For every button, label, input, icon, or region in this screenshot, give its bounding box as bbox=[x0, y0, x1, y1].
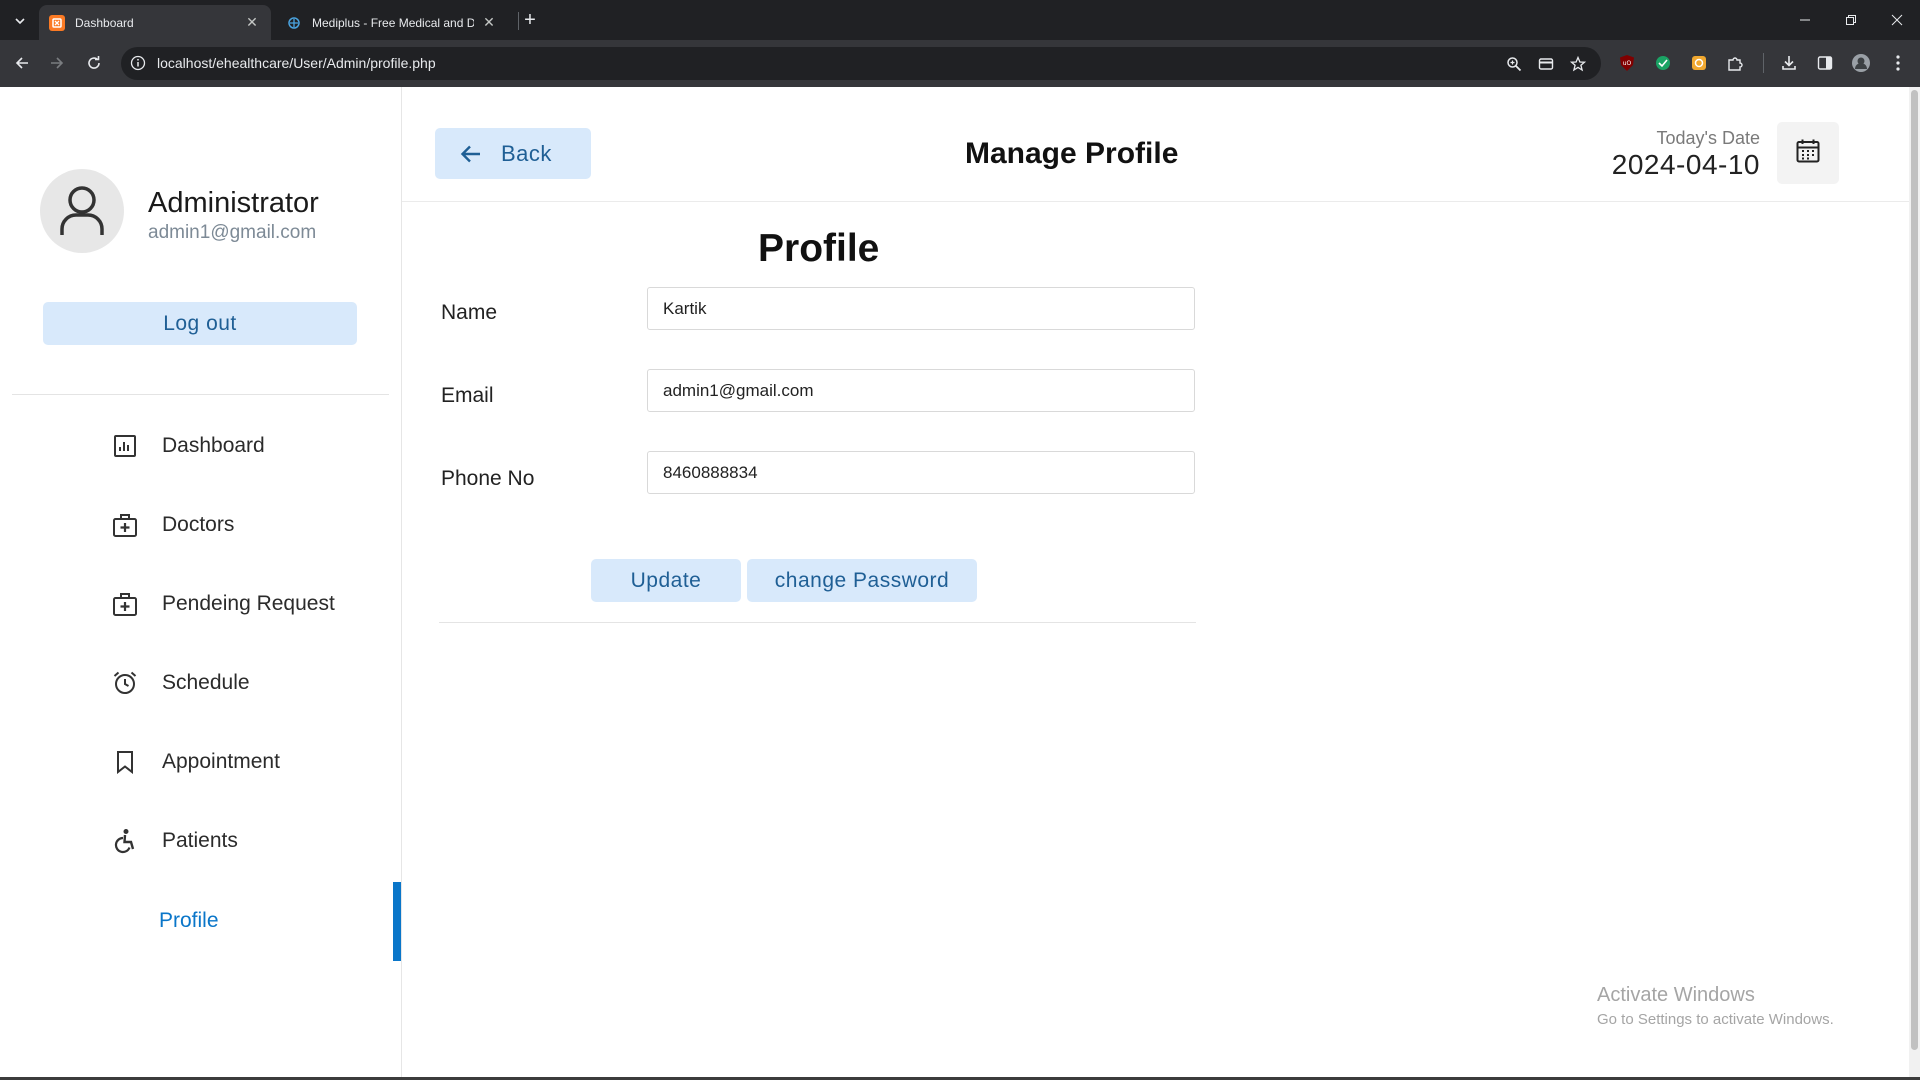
sidebar-item-profile[interactable]: Profile bbox=[0, 882, 402, 960]
tab-search-icon[interactable] bbox=[8, 9, 32, 33]
card-icon[interactable] bbox=[1537, 55, 1555, 73]
browser-tab-bar: Dashboard ✕ Mediplus - Free Medical and … bbox=[0, 0, 1920, 40]
header-divider bbox=[402, 201, 1920, 202]
active-indicator bbox=[393, 882, 401, 961]
change-password-button[interactable]: change Password bbox=[747, 559, 977, 602]
logout-button[interactable]: Log out bbox=[43, 302, 357, 345]
tab-dashboard[interactable]: Dashboard ✕ bbox=[39, 5, 271, 40]
email-field[interactable] bbox=[647, 369, 1195, 412]
back-button[interactable]: Back bbox=[435, 128, 591, 179]
profile-name: Administrator bbox=[148, 187, 319, 219]
wheelchair-icon bbox=[112, 828, 138, 854]
date-label: Today's Date bbox=[1656, 128, 1761, 148]
browser-toolbar: localhost/ehealthcare/User/Admin/profile… bbox=[0, 40, 1920, 87]
ublock-icon[interactable]: uO bbox=[1617, 53, 1637, 73]
star-icon[interactable] bbox=[1569, 55, 1587, 73]
sidebar-item-label: Profile bbox=[159, 909, 219, 932]
minimize-icon[interactable] bbox=[1782, 0, 1828, 40]
sidebar-item-label: Appointment bbox=[162, 750, 280, 773]
svg-text:uO: uO bbox=[1623, 60, 1632, 67]
zoom-icon[interactable] bbox=[1505, 55, 1523, 73]
phone-field[interactable] bbox=[647, 451, 1195, 494]
profile-email: admin1@gmail.com bbox=[148, 222, 317, 243]
sidebar-item-pending-request[interactable]: Pendeing Request bbox=[0, 565, 402, 643]
form-title: Profile bbox=[758, 227, 880, 270]
page: Administrator admin1@gmail.com Log out D… bbox=[0, 87, 1920, 1080]
arrow-left-icon bbox=[459, 142, 483, 166]
puzzle-icon[interactable] bbox=[1725, 53, 1745, 73]
medical-bag-icon bbox=[112, 591, 138, 617]
watermark-subtitle: Go to Settings to activate Windows. bbox=[1597, 1011, 1834, 1028]
tab-mediplus[interactable]: Mediplus - Free Medical and Do ✕ bbox=[276, 5, 508, 40]
back-arrow-icon[interactable] bbox=[10, 51, 34, 75]
date-value: 2024-04-10 bbox=[1611, 149, 1760, 180]
menu-icon[interactable] bbox=[1888, 53, 1908, 73]
calendar-button[interactable] bbox=[1777, 122, 1839, 184]
watermark-title: Activate Windows bbox=[1597, 984, 1755, 1006]
download-icon[interactable] bbox=[1779, 53, 1799, 73]
phone-label: Phone No bbox=[441, 467, 535, 490]
mediplus-icon bbox=[286, 15, 302, 31]
sidebar-item-dashboard[interactable]: Dashboard bbox=[0, 407, 402, 485]
reload-icon[interactable] bbox=[82, 51, 106, 75]
tab-title: Dashboard bbox=[75, 15, 134, 30]
avatar-icon[interactable] bbox=[1851, 53, 1871, 73]
forward-arrow-icon[interactable] bbox=[45, 51, 69, 75]
close-icon[interactable]: ✕ bbox=[480, 14, 498, 32]
name-field[interactable] bbox=[647, 287, 1195, 330]
extension-icon[interactable] bbox=[1653, 53, 1673, 73]
close-window-icon[interactable] bbox=[1874, 0, 1920, 40]
user-avatar-icon bbox=[40, 169, 124, 253]
sidebar-item-label: Schedule bbox=[162, 671, 250, 694]
sidebar-item-label: Doctors bbox=[162, 513, 235, 536]
sidebar-item-label: Pendeing Request bbox=[162, 592, 335, 615]
alarm-clock-icon bbox=[112, 670, 138, 696]
tab-separator bbox=[518, 12, 519, 30]
xampp-icon bbox=[49, 14, 65, 31]
sidebar-item-doctors[interactable]: Doctors bbox=[0, 486, 402, 564]
update-button[interactable]: Update bbox=[591, 559, 741, 602]
info-icon[interactable] bbox=[130, 55, 146, 71]
bookmark-icon bbox=[112, 749, 138, 775]
sidebar-item-label: Patients bbox=[162, 829, 238, 852]
sidebar-item-patients[interactable]: Patients bbox=[0, 802, 402, 880]
sidebar-divider bbox=[12, 394, 389, 395]
url-text[interactable]: localhost/ehealthcare/User/Admin/profile… bbox=[157, 47, 436, 80]
scrollbar-thumb[interactable] bbox=[1911, 90, 1918, 1050]
restore-icon[interactable] bbox=[1828, 0, 1874, 40]
close-icon[interactable]: ✕ bbox=[243, 14, 261, 32]
address-bar[interactable]: localhost/ehealthcare/User/Admin/profile… bbox=[121, 47, 1601, 80]
email-label: Email bbox=[441, 384, 494, 407]
toolbar-divider bbox=[1763, 53, 1764, 73]
sidebar-item-schedule[interactable]: Schedule bbox=[0, 644, 402, 722]
page-title: Manage Profile bbox=[965, 137, 1179, 170]
dashboard-icon bbox=[112, 433, 138, 459]
calendar-icon bbox=[1795, 138, 1821, 169]
main-content: Back Manage Profile Today's Date 2024-04… bbox=[402, 87, 1920, 1080]
medical-bag-icon bbox=[112, 512, 138, 538]
extension-icon[interactable] bbox=[1689, 53, 1709, 73]
sidebar: Administrator admin1@gmail.com Log out D… bbox=[0, 87, 402, 1080]
back-button-label: Back bbox=[501, 141, 552, 166]
tab-title: Mediplus - Free Medical and Do bbox=[312, 15, 474, 30]
activate-windows-watermark: Activate Windows Go to Settings to activ… bbox=[1597, 984, 1834, 1028]
form-divider bbox=[439, 622, 1196, 623]
new-tab-icon[interactable]: + bbox=[520, 8, 540, 32]
sidepanel-icon[interactable] bbox=[1815, 53, 1835, 73]
sidebar-item-appointment[interactable]: Appointment bbox=[0, 723, 402, 801]
sidebar-item-label: Dashboard bbox=[162, 434, 265, 457]
name-label: Name bbox=[441, 301, 498, 324]
